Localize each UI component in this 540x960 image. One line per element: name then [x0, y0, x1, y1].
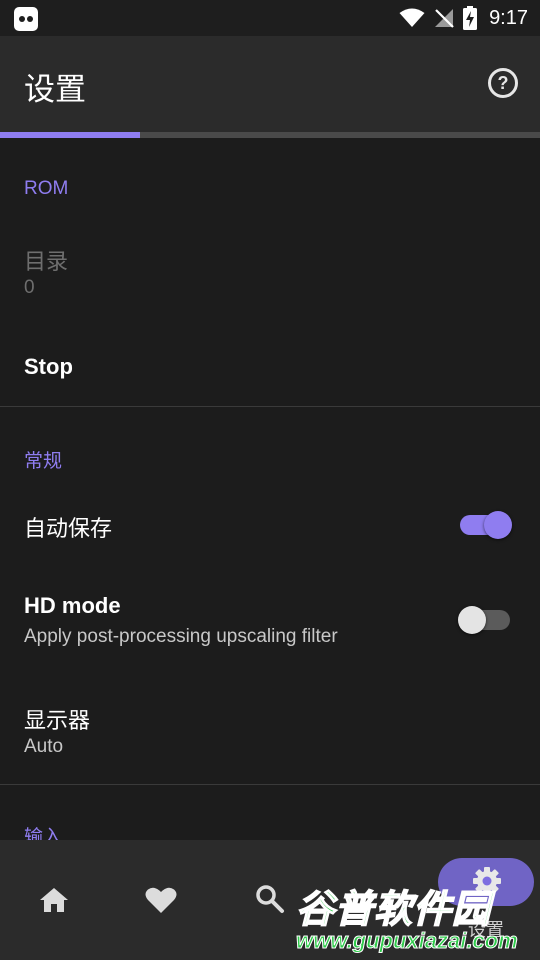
pref-hd-mode-summary: Apply post-processing upscaling filter: [24, 626, 338, 647]
pref-directory-title: 目录: [24, 249, 69, 274]
pref-display-summary: Auto: [24, 736, 64, 757]
hd-mode-switch-thumb[interactable]: [458, 606, 486, 634]
settings-list[interactable]: ROM 目录 0 Stop 常规 自动保存 HD mode Apply post…: [0, 138, 540, 840]
help-icon[interactable]: ?: [488, 68, 518, 98]
hd-mode-switch[interactable]: [458, 606, 510, 634]
watermark-logo: 谷普软件园 www.gupuxiazai.com: [295, 876, 540, 960]
watermark-title: 谷普软件园: [295, 886, 492, 932]
pref-hd-mode-title[interactable]: HD mode: [24, 593, 121, 619]
app-bar: 设置 ?: [0, 36, 540, 132]
pref-directory-summary: 0: [24, 277, 35, 298]
heart-icon[interactable]: [145, 886, 177, 914]
status-time: 9:17: [489, 6, 528, 29]
battery-charging-icon: [463, 6, 478, 30]
pref-stop-title[interactable]: Stop: [24, 354, 73, 380]
app-icon: [14, 7, 38, 31]
search-icon[interactable]: [255, 884, 285, 914]
pref-autosave-title[interactable]: 自动保存: [24, 511, 112, 543]
autosave-switch-thumb[interactable]: [484, 511, 512, 539]
page-title: 设置: [24, 72, 86, 108]
autosave-switch[interactable]: [460, 511, 512, 539]
signal-off-icon: [435, 9, 454, 28]
wifi-icon: [399, 8, 425, 27]
section-header-input: 输入: [24, 827, 63, 840]
home-icon[interactable]: [38, 886, 70, 914]
section-header-rom: ROM: [24, 178, 69, 199]
status-bar: 9:17: [0, 0, 540, 36]
pref-display-title[interactable]: 显示器: [24, 703, 90, 735]
watermark-url: www.gupuxiazai.com: [296, 928, 519, 954]
section-divider: [0, 406, 540, 407]
section-divider: [0, 784, 540, 785]
status-icons: 9:17: [399, 5, 528, 31]
section-header-general: 常规: [24, 451, 63, 472]
